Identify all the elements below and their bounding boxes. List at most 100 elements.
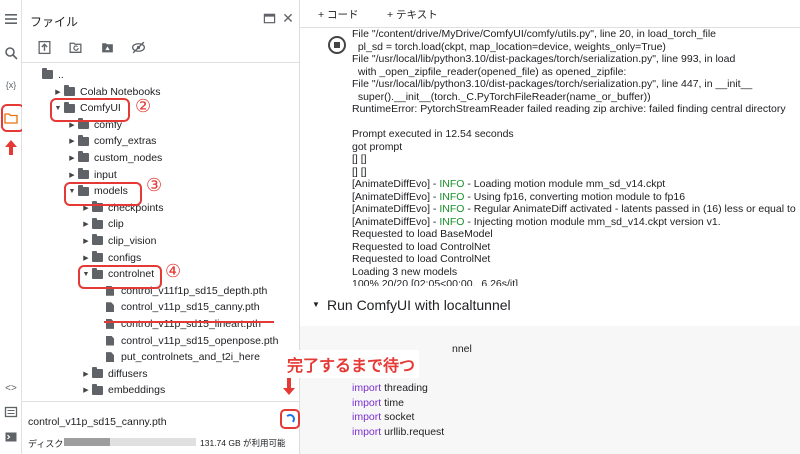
folder-icon <box>92 251 103 262</box>
tree-item-label: input <box>94 168 117 181</box>
info-level: INFO <box>439 178 465 190</box>
command-palette-icon[interactable] <box>2 403 20 421</box>
folder-up-icon <box>42 68 53 79</box>
output-line: Prompt executed in 12.54 seconds <box>352 128 514 140</box>
output-line: Requested to load ControlNet <box>352 253 491 265</box>
tree-row-clip[interactable]: ▶ clip <box>80 216 124 233</box>
collapsed-caret-icon[interactable]: ▶ <box>66 154 78 162</box>
close-icon[interactable]: ✕ <box>280 10 296 26</box>
section-header[interactable]: ▼ Run ComfyUI with localtunnel <box>300 286 800 326</box>
output-line: [] [] <box>352 153 367 165</box>
tree-row-clip-vision[interactable]: ▶ clip_vision <box>80 232 156 249</box>
code-keyword: import <box>352 396 382 409</box>
folder-icon <box>64 85 75 96</box>
variables-icon[interactable]: {x} <box>2 76 20 94</box>
running-spinner <box>280 409 300 429</box>
tree-row-control-v11p-sd15-canny-pth[interactable]: control_v11p_sd15_canny.pth <box>106 299 260 316</box>
wait-instruction: 完了するまで待つ <box>283 350 420 378</box>
tree-item-label: clip_vision <box>108 234 157 247</box>
tree-item-label: configs <box>108 251 142 264</box>
disk-usage-fill <box>64 438 111 446</box>
code-line: import threading <box>352 382 428 394</box>
tree-item-label: control_v11p_sd15_canny.pth <box>121 301 260 314</box>
section-title: Run ComfyUI with localtunnel <box>327 297 511 313</box>
info-prefix: [AnimateDiffEvo] - <box>352 190 440 203</box>
parent-folder-label: .. <box>58 68 64 81</box>
menu-icon[interactable] <box>2 10 20 28</box>
canny-underline <box>104 321 274 323</box>
tree-item-label: clip <box>108 218 124 231</box>
terminal-icon[interactable] <box>2 428 20 446</box>
code-text: time <box>381 396 404 409</box>
file-icon <box>106 302 114 313</box>
maximize-icon[interactable] <box>261 10 277 26</box>
panel-divider <box>22 62 299 63</box>
collapsed-caret-icon[interactable]: ▶ <box>66 137 78 145</box>
output-line: 100% 20/20 [02:05<00:00, 6.26s/it] <box>352 278 519 286</box>
step4-marker: ④ <box>165 261 182 282</box>
code-line: import urllib.request <box>352 426 444 438</box>
disk-usage-text: 131.74 GB が利用可能 <box>200 438 286 448</box>
output-line: Requested to load ControlNet <box>352 240 491 253</box>
collapsed-caret-icon[interactable]: ▶ <box>80 220 92 228</box>
tree-row-diffusers[interactable]: ▶ diffusers <box>80 365 148 382</box>
tree-row-configs[interactable]: ▶ configs <box>80 249 141 266</box>
tree-item-label: control_v11p_sd15_openpose.pth <box>121 334 279 347</box>
tree-row-embeddings[interactable]: ▶ embeddings <box>80 382 165 399</box>
output-line: with _open_zipfile_reader(opened_file) a… <box>352 65 627 78</box>
disk-label: ディスク <box>28 439 64 449</box>
arrow-up-icon <box>5 140 17 147</box>
output-line: [] [] <box>352 165 367 178</box>
output-line: got prompt <box>352 140 403 153</box>
output-line: pl_sd = torch.load(ckpt, map_location=de… <box>352 40 666 53</box>
tree-item-label: diffusers <box>108 367 148 380</box>
mount-drive-icon[interactable] <box>97 38 117 56</box>
add-code-button[interactable]: + コード <box>318 7 359 22</box>
output-info-line: [AnimateDiffEvo] - INFO - Regular Animat… <box>352 203 796 216</box>
folder-icon <box>92 217 103 229</box>
collapsed-caret-icon[interactable]: ▶ <box>80 237 92 245</box>
step2-marker: ② <box>135 96 152 117</box>
output-info-line: [AnimateDiffEvo] - INFO - Using fp16, co… <box>352 191 685 204</box>
add-text-button[interactable]: + テキスト <box>387 7 438 22</box>
file-panel: ファイル ✕ .. ▶ Colab Notebooks ▼ ComfyUI ▶ comfy… <box>22 0 300 454</box>
search-icon[interactable] <box>2 44 20 62</box>
code-snippets-icon[interactable]: <> <box>2 379 20 397</box>
disk-usage-bar <box>64 438 196 446</box>
refresh-icon[interactable] <box>65 38 85 56</box>
info-prefix: [AnimateDiffEvo] - <box>352 203 440 215</box>
arrow-down-stem <box>287 378 291 388</box>
stop-cell-icon[interactable] <box>328 36 346 54</box>
code-text: threading <box>381 382 428 394</box>
step3-marker: ③ <box>146 175 163 196</box>
tree-row-put-controlnets-and-t2i-here[interactable]: put_controlnets_and_t2i_here <box>106 349 260 366</box>
tree-row-input[interactable]: ▶ input <box>66 166 117 183</box>
collapsed-caret-icon[interactable]: ▶ <box>66 171 78 179</box>
tree-row-control-v11p-sd15-openpose-pth[interactable]: control_v11p_sd15_openpose.pth <box>106 332 278 349</box>
upload-icon[interactable] <box>34 38 54 56</box>
tree-row-control-v11p-sd15-lineart-pth[interactable]: control_v11p_sd15_lineart.pth <box>106 315 261 332</box>
code-partial-line: nnel <box>452 343 472 355</box>
tree-item-label: control_v11p_sd15_lineart.pth <box>121 317 261 330</box>
collapse-caret-icon[interactable]: ▼ <box>312 300 320 309</box>
tree-row-comfy-extras[interactable]: ▶ comfy_extras <box>66 133 156 150</box>
code-cell[interactable]: nnel import threading import time import s… <box>300 326 800 454</box>
panel-footer-divider <box>22 401 299 402</box>
info-message: - Injecting motion module mm_sd_v14.ckpt… <box>464 215 721 228</box>
collapsed-caret-icon[interactable]: ▶ <box>80 386 92 394</box>
collapsed-caret-icon[interactable]: ▶ <box>80 254 92 262</box>
info-level: INFO <box>439 215 465 228</box>
arrow-up-stem <box>9 147 13 155</box>
tree-row-custom-nodes[interactable]: ▶ custom_nodes <box>66 149 162 166</box>
hide-files-icon[interactable] <box>128 38 148 56</box>
collapsed-caret-icon[interactable]: ▶ <box>80 370 92 378</box>
file-icon <box>106 352 114 363</box>
file-icon <box>106 335 114 346</box>
comfyui-highlight <box>50 98 130 122</box>
output-line: Requested to load BaseModel <box>352 228 493 240</box>
output-line: RuntimeError: PytorchStreamReader failed… <box>352 103 786 115</box>
parent-folder-row[interactable]: .. <box>42 66 64 83</box>
collapsed-caret-icon[interactable]: ▶ <box>52 88 64 96</box>
output-line: super().__init__(torch._C.PyTorchFileRea… <box>352 90 651 103</box>
code-text: socket <box>381 411 415 423</box>
